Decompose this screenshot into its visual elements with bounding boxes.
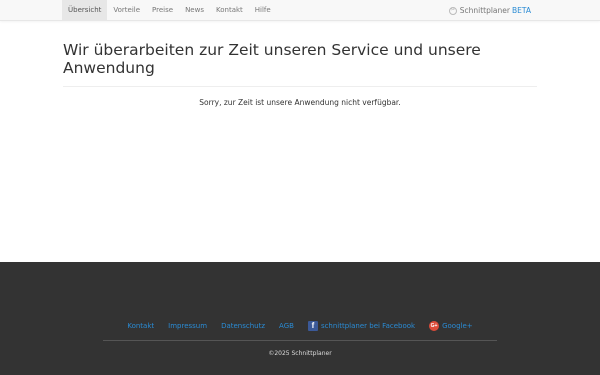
googleplus-link-label: Google+ [442,322,473,330]
footer-link-kontakt[interactable]: Kontakt [127,322,154,330]
facebook-icon: f [307,321,318,331]
title-divider [63,86,537,87]
brand-name: Schnittplaner [459,6,510,15]
unavailable-notice: Sorry, zur Zeit ist unsere Anwendung nic… [199,98,401,107]
footer-link-agb[interactable]: AGB [279,322,294,330]
top-navbar: Übersicht Vorteile Preise News Kontakt H… [0,0,600,21]
nav-item-kontakt[interactable]: Kontakt [210,0,249,21]
nav-item-vorteile[interactable]: Vorteile [107,0,146,21]
brand-link[interactable]: ✂ Schnittplaner BETA [448,0,531,21]
footer-link-datenschutz[interactable]: Datenschutz [221,322,265,330]
footer-links: Kontakt Impressum Datenschutz AGB f schn… [0,319,600,333]
footer: Kontakt Impressum Datenschutz AGB f schn… [0,262,600,375]
beta-badge: BETA [511,6,531,15]
nav-item-hilfe[interactable]: Hilfe [249,0,277,21]
facebook-link-label: schnittplaner bei Facebook [320,322,416,330]
footer-link-facebook[interactable]: f schnittplaner bei Facebook [307,321,416,331]
nav-item-uebersicht[interactable]: Übersicht [62,0,108,21]
footer-link-googleplus[interactable]: G+ Google+ [429,321,473,331]
nav-item-preise[interactable]: Preise [146,0,179,21]
nav-item-news[interactable]: News [179,0,210,21]
footer-divider [103,340,497,341]
main-nav: Übersicht Vorteile Preise News Kontakt H… [62,0,277,21]
copyright: ©2025 Schnittplaner [268,350,332,357]
logo-icon: ✂ [448,6,457,15]
footer-link-impressum[interactable]: Impressum [168,322,207,330]
google-plus-icon: G+ [429,321,440,331]
page-title: Wir überarbeiten zur Zeit unseren Servic… [63,41,481,77]
